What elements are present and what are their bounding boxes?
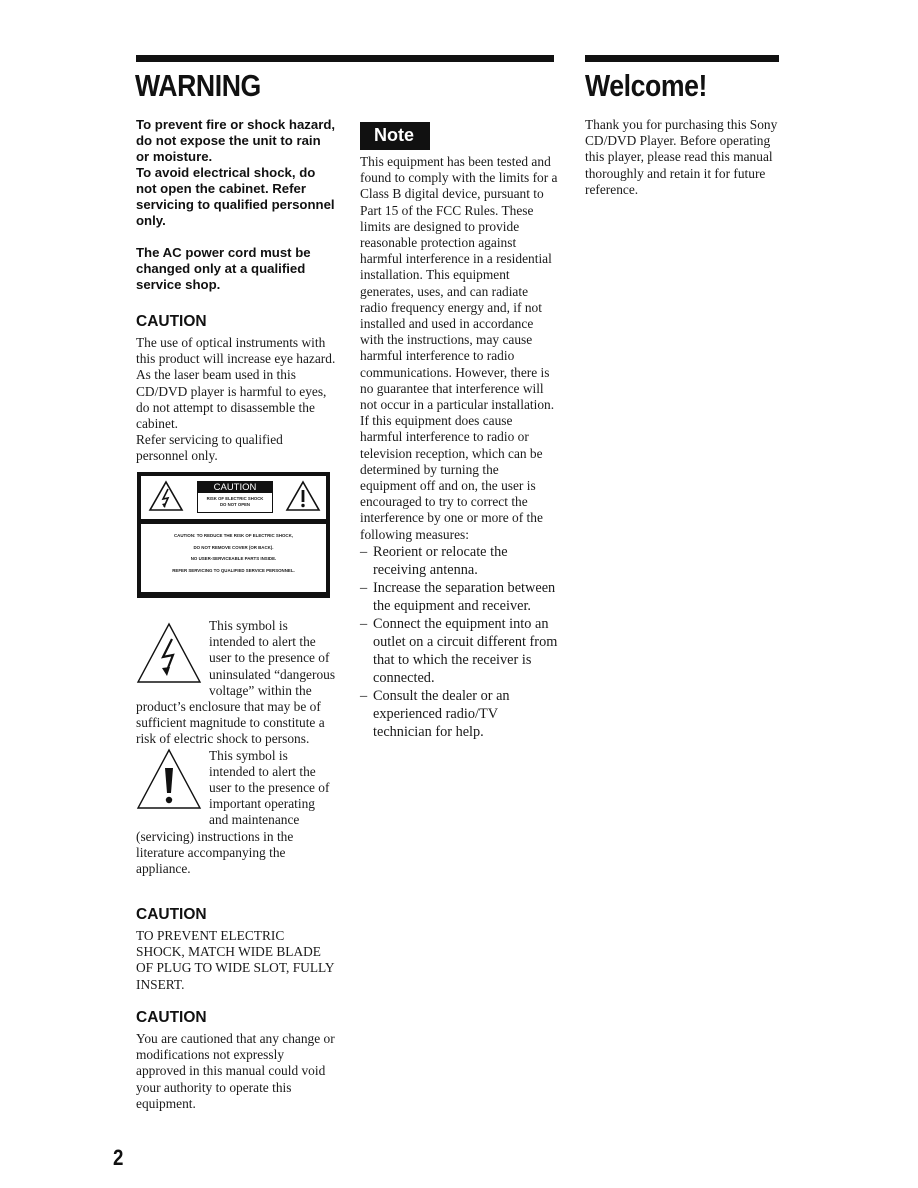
warning-ac-power-cord: The AC power cord must be changed only a… — [136, 245, 311, 292]
caution-modifications-text: You are cautioned that any change or mod… — [136, 1031, 335, 1111]
lightning-triangle-icon — [148, 480, 184, 511]
caution-modifications-heading: CAUTION — [136, 1009, 207, 1026]
caution-laser-text: The use of optical instruments with this… — [136, 335, 336, 432]
caution-laser-heading: CAUTION — [136, 313, 207, 330]
exclamation-triangle-icon — [136, 748, 202, 809]
warning-header-rule — [136, 55, 554, 62]
list-item: – Consult the dealer or an experienced ra… — [360, 687, 510, 740]
note-measures-list: – Reorient or relocate the receiving ante… — [360, 543, 558, 741]
caution-label-line: NO USER-SERVICEABLE PARTS INSIDE. — [190, 556, 277, 561]
note-fcc-text: This equipment has been tested and found… — [360, 154, 558, 542]
list-item: – Reorient or relocate the receiving ante… — [360, 543, 508, 578]
warning-title: WARNING — [135, 68, 261, 103]
caution-label-subtitle-1: RISK OF ELECTRIC SHOCK — [206, 496, 264, 501]
caution-plug-text: TO PREVENT ELECTRIC SHOCK, MATCH WIDE BL… — [136, 928, 335, 992]
symbol-voltage-item: This symbol is intended to alert the use… — [136, 618, 336, 748]
warning-electrical-shock: To avoid electrical shock, do not open t… — [136, 165, 335, 228]
caution-laser-refer: Refer servicing to qualified personnel o… — [136, 432, 283, 464]
caution-label-title: CAUTION — [198, 482, 272, 493]
page-number: 2 — [113, 1145, 124, 1170]
lightning-triangle-icon — [136, 622, 202, 683]
welcome-header-rule — [585, 55, 779, 62]
caution-label-line: REFER SERVICING TO QUALIFIED SERVICE PER… — [172, 567, 295, 573]
symbol-important-item: This symbol is intended to alert the use… — [136, 748, 336, 878]
caution-label-graphic: CAUTION RISK OF ELECTRIC SHOCK DO NOT OP… — [137, 472, 330, 598]
note-column: Note This equipment has been tested and … — [360, 122, 558, 741]
caution-laser-section: CAUTION The use of optical instruments w… — [136, 313, 336, 465]
warning-fire-shock: To prevent fire or shock hazard, do not … — [136, 117, 336, 164]
list-item: – Connect the equipment into an outlet on… — [360, 615, 558, 686]
list-item: – Increase the separation between the equ… — [360, 579, 556, 614]
caution-label-center: CAUTION RISK OF ELECTRIC SHOCK DO NOT OP… — [197, 481, 273, 513]
note-badge: Note — [360, 122, 430, 150]
caution-plug-section: CAUTION TO PREVENT ELECTRIC SHOCK, MATCH… — [136, 906, 336, 993]
caution-label-subtitle-2: DO NOT OPEN — [219, 501, 251, 507]
symbol-explanations: This symbol is intended to alert the use… — [136, 618, 336, 877]
welcome-text: Thank you for purchasing this Sony CD/DV… — [585, 117, 778, 197]
welcome-title: Welcome! — [585, 68, 707, 103]
warning-column: To prevent fire or shock hazard, do not … — [136, 117, 336, 465]
caution-label-line: CAUTION: TO REDUCE THE RISK OF ELECTRIC … — [174, 533, 293, 538]
caution-modifications-section: CAUTION You are cautioned that any chang… — [136, 1009, 336, 1112]
caution-plug-heading: CAUTION — [136, 906, 207, 923]
exclamation-triangle-icon — [285, 480, 321, 511]
caution-label-line: DO NOT REMOVE COVER (OR BACK). — [193, 544, 274, 550]
welcome-column: Thank you for purchasing this Sony CD/DV… — [585, 117, 781, 198]
